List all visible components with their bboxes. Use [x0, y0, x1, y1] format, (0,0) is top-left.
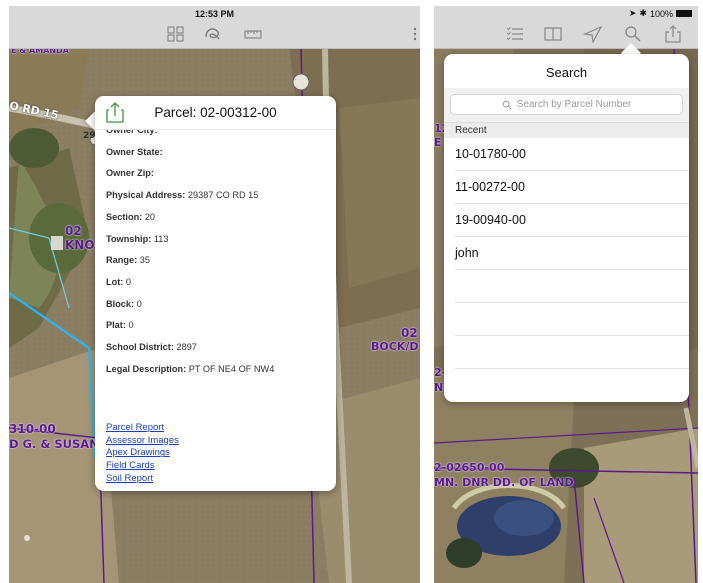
attribute-label: Lot: — [106, 276, 124, 287]
map-label-parcel-bottom-num: 310-00 — [9, 422, 56, 436]
attribute-value: 0 — [125, 276, 132, 287]
search-icon[interactable] — [622, 24, 644, 44]
attribute-row: Legal Description: PT OF NE4 OF NW4 — [106, 364, 274, 374]
share-toolbar-icon[interactable] — [662, 24, 684, 44]
attribute-value: 0 — [136, 298, 142, 309]
status-indicators: ➤ ✱ 100% — [629, 8, 692, 19]
apex-drawings-link[interactable]: Apex Drawings — [106, 447, 170, 458]
attribute-label: Legal Description: — [106, 363, 187, 374]
attribute-label: Township: — [106, 233, 152, 244]
soil-report-link[interactable]: Soil Report — [106, 473, 153, 484]
attribute-value: 0 — [128, 320, 134, 331]
left-toolbar: 12:53 PM — [9, 6, 420, 49]
empty-row — [455, 270, 689, 303]
attribute-label: Block: — [106, 298, 135, 309]
attribute-value: PT OF NE4 OF NW4 — [188, 363, 275, 374]
attribute-row: Township: 113 — [106, 234, 168, 244]
attribute-row: Block: 0 — [106, 299, 142, 309]
attribute-row: School District: 2897 — [106, 342, 197, 352]
attribute-label: Physical Address: — [106, 190, 186, 201]
popover-header: Parcel: 02-00312-00 — [95, 96, 336, 130]
attribute-label: Owner State: — [106, 146, 163, 157]
empty-row — [455, 336, 689, 369]
battery-icon — [676, 10, 692, 17]
search-popover: Search Search by Parcel Number Recent 10… — [444, 54, 689, 402]
attribute-value: 29387 CO RD 15 — [187, 190, 259, 201]
attribute-value: 35 — [139, 255, 150, 266]
attribute-row: Plat: 0 — [106, 320, 134, 330]
recent-item[interactable]: 10-01780-00 — [455, 138, 689, 171]
location-arrow-icon[interactable] — [582, 24, 604, 44]
map-label-parcel-left-name: KNO — [65, 238, 95, 252]
measure-icon[interactable] — [242, 24, 264, 44]
recent-item[interactable]: 19-00940-00 — [455, 204, 689, 237]
attribute-row: Physical Address: 29387 CO RD 15 — [106, 190, 258, 200]
list-icon[interactable] — [504, 24, 526, 44]
book-icon[interactable] — [542, 24, 564, 44]
attribute-label: Range: — [106, 255, 138, 266]
map-label-right-2: E — [434, 136, 442, 149]
location-status-icon: ➤ — [628, 8, 637, 18]
right-toolbar: ➤ ✱ 100% — [434, 6, 698, 49]
battery-percent: 100% — [649, 8, 673, 19]
parcel-info-popover: Parcel: 02-00312-00 Owner City: Owner St… — [95, 96, 336, 491]
attribute-row: Owner Zip: — [106, 168, 154, 178]
grid-icon[interactable] — [165, 24, 187, 44]
map-label-road-number: 29 — [83, 131, 96, 141]
parcel-report-link[interactable]: Parcel Report — [106, 422, 164, 433]
search-placeholder: Search by Parcel Number — [516, 99, 632, 110]
map-label-right-bottom-name: MN. DNR DD. OF LAND — [434, 476, 574, 489]
recent-item[interactable]: 11-00272-00 — [455, 171, 689, 204]
recent-item[interactable]: john — [455, 237, 689, 270]
attribute-value: 2897 — [176, 342, 197, 352]
search-input[interactable]: Search by Parcel Number — [450, 94, 683, 115]
attribute-row: Section: 20 — [106, 212, 155, 222]
search-field-icon — [502, 100, 512, 110]
search-title: Search — [545, 65, 588, 80]
assessor-images-link[interactable]: Assessor Images — [106, 435, 179, 446]
attribute-row: Range: 35 — [106, 255, 150, 265]
more-icon[interactable] — [409, 24, 420, 44]
field-cards-link[interactable]: Field Cards — [106, 460, 155, 471]
left-screen: E & AMANDA O RD 15 29 02 KNO 02 BOCK/D 3… — [9, 6, 420, 583]
map-label-parcel-left-num: 02 — [65, 224, 82, 238]
attribute-label: Section: — [106, 211, 143, 222]
popover-title: Parcel: 02-00312-00 — [154, 105, 277, 120]
map-label-parcel-right-name: BOCK/D — [371, 340, 419, 353]
status-time: 12:53 PM — [194, 9, 235, 19]
map-label-right-bottom-num: 2-02650-00 — [434, 461, 505, 474]
recent-section-header: Recent — [444, 122, 689, 138]
attribute-row: Owner State: — [106, 147, 163, 157]
right-screen: 12 E 2- N 2-02650-00 MN. DNR DD. OF LAND… — [434, 6, 698, 583]
attribute-value: 113 — [153, 233, 169, 244]
attribute-label: Plat: — [106, 320, 126, 331]
bluetooth-icon: ✱ — [639, 8, 647, 18]
attribute-label: Owner Zip: — [106, 168, 154, 179]
attribute-label: School District: — [106, 342, 174, 352]
lasso-icon[interactable] — [202, 24, 224, 44]
map-label-parcel-bottom-name: D G. & SUSAN — [9, 437, 99, 451]
attribute-value: 20 — [144, 211, 156, 222]
map-label-parcel-right-num: 02 — [401, 326, 418, 340]
empty-row — [455, 303, 689, 336]
map-label-right-4: N — [434, 381, 444, 394]
attribute-row: Lot: 0 — [106, 277, 131, 287]
